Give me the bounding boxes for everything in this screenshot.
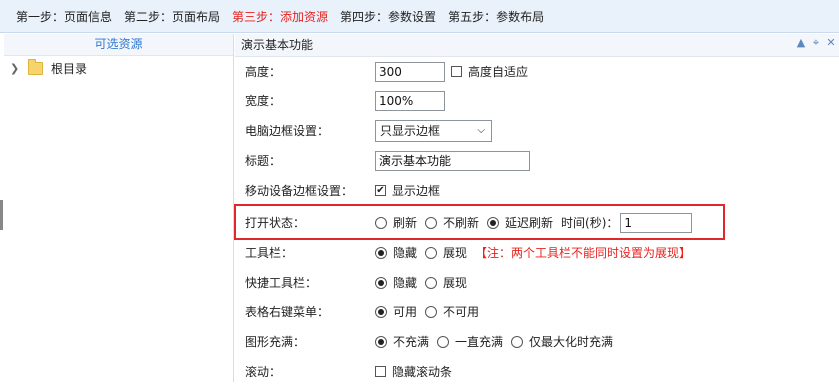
auto-height-checkbox[interactable] (451, 66, 462, 77)
folder-icon (28, 58, 43, 75)
settings-panel-header: 演示基本功能 ▲ ⌖ ✕ (235, 34, 839, 57)
quick-toolbar-show[interactable]: 展现 (425, 274, 467, 291)
fill-maximized-label: 仅最大化时充满 (529, 335, 614, 349)
radio-fill-maximized[interactable] (511, 335, 524, 348)
width-label: 宽度： (245, 94, 282, 108)
quick-toolbar-show-label: 展现 (443, 276, 468, 290)
toolbar-show-label: 展现 (443, 246, 468, 260)
step-3[interactable]: 第三步：添加资源 (232, 8, 328, 25)
show-border-checkbox[interactable]: ✔ (375, 185, 386, 196)
hide-scrollbar-checkbox[interactable] (375, 366, 386, 377)
radio-no-refresh[interactable] (425, 216, 438, 229)
height-label: 高度： (245, 65, 282, 79)
context-menu-disabled-label: 不可用 (443, 305, 480, 319)
fill-always[interactable]: 一直充满 (437, 333, 503, 350)
radio-fill-none[interactable] (375, 335, 387, 348)
row-mobile-border: 移动设备边框设置： ✔ 显示边框 (235, 176, 839, 205)
radio-context-menu-enabled[interactable] (375, 305, 387, 318)
open-state-label: 打开状态： (245, 216, 306, 230)
trash-icon[interactable]: ✕ (825, 37, 837, 49)
row-quick-toolbar: 快捷工具栏： 隐藏 展现 (235, 268, 839, 297)
open-state-no-refresh[interactable]: 不刷新 (425, 214, 479, 231)
step-2[interactable]: 第二步：页面布局 (124, 8, 220, 25)
open-state-no-refresh-label: 不刷新 (443, 216, 480, 230)
quick-toolbar-hide-label: 隐藏 (393, 276, 418, 290)
settings-panel: 演示基本功能 ▲ ⌖ ✕ 高度： 高度自适应 宽度： 电脑边框设置： 只显示边框… (234, 34, 839, 382)
show-border-label: 显示边框 (392, 184, 441, 198)
delay-time-input[interactable] (620, 212, 693, 233)
toolbar-hide-label: 隐藏 (393, 246, 418, 260)
radio-toolbar-hide[interactable] (375, 246, 387, 259)
pc-border-label: 电脑边框设置： (245, 124, 330, 138)
fill-none-label: 不充满 (393, 335, 430, 349)
quick-toolbar-label: 快捷工具栏： (245, 276, 318, 290)
delay-time-label: 时间(秒)： (561, 216, 619, 230)
step-bar: 第一步：页面信息 第二步：页面布局 第三步：添加资源 第四步：参数设置 第五步：… (0, 0, 839, 33)
resource-panel: 可选资源 ❯ 根目录 (4, 34, 234, 382)
mobile-border-label: 移动设备边框设置： (245, 184, 354, 198)
toolbar-show[interactable]: 展现 (425, 244, 467, 261)
step-1[interactable]: 第一步：页面信息 (16, 8, 112, 25)
row-context-menu: 表格右键菜单： 可用 不可用 (235, 297, 839, 326)
row-toolbar: 工具栏： 隐藏 展现 【注：两个工具栏不能同时设置为展现】 (235, 238, 839, 267)
open-state-delay-refresh-label: 延迟刷新 (505, 216, 554, 230)
quick-toolbar-hide[interactable]: 隐藏 (375, 274, 417, 291)
fill-always-label: 一直充满 (455, 335, 504, 349)
title-label: 标题： (245, 154, 282, 168)
row-open-state: 打开状态： 刷新 不刷新 延迟刷新 时间(秒)： (235, 208, 839, 237)
radio-quick-toolbar-hide[interactable] (375, 276, 387, 289)
fill-maximized[interactable]: 仅最大化时充满 (511, 333, 613, 350)
context-menu-disabled[interactable]: 不可用 (425, 303, 479, 320)
row-title: 标题： (235, 146, 839, 175)
context-menu-enabled[interactable]: 可用 (375, 303, 417, 320)
chevron-down-icon: ⌵ (477, 125, 485, 136)
toolbar-hide[interactable]: 隐藏 (375, 244, 417, 261)
radio-quick-toolbar-show[interactable] (425, 276, 438, 289)
panel-title: 演示基本功能 (241, 38, 314, 52)
step-4[interactable]: 第四步：参数设置 (340, 8, 436, 25)
toolbar-note: 【注：两个工具栏不能同时设置为展现】 (475, 246, 692, 260)
pc-border-value: 只显示边框 (380, 124, 441, 138)
hide-scrollbar-label: 隐藏滚动条 (392, 365, 453, 379)
row-height: 高度： 高度自适应 (235, 57, 839, 86)
radio-delay-refresh[interactable] (487, 216, 500, 229)
width-input[interactable] (375, 90, 445, 111)
chevron-right-icon[interactable]: ❯ (10, 62, 22, 75)
tree-item-root[interactable]: ❯ 根目录 (4, 56, 233, 80)
row-pc-border: 电脑边框设置： 只显示边框 ⌵ (235, 116, 839, 145)
scroll-label: 滚动： (245, 365, 282, 379)
tree-item-label: 根目录 (51, 61, 88, 76)
panel-splitter-handle[interactable] (0, 200, 3, 230)
radio-context-menu-disabled[interactable] (425, 305, 438, 318)
title-input[interactable] (375, 150, 530, 171)
crosshair-icon[interactable]: ⌖ (810, 37, 822, 49)
open-state-delay-refresh[interactable]: 延迟刷新 (487, 214, 553, 231)
pc-border-select[interactable]: 只显示边框 ⌵ (375, 119, 492, 142)
row-width: 宽度： (235, 86, 839, 115)
resource-panel-title: 可选资源 (4, 34, 233, 56)
step-5[interactable]: 第五步：参数布局 (448, 8, 544, 25)
fill-none[interactable]: 不充满 (375, 333, 429, 350)
fill-label: 图形充满： (245, 335, 306, 349)
arrow-up-icon[interactable]: ▲ (795, 37, 807, 49)
open-state-refresh-label: 刷新 (393, 216, 418, 230)
height-input[interactable] (375, 61, 445, 82)
auto-height-label: 高度自适应 (468, 65, 529, 79)
radio-toolbar-show[interactable] (425, 246, 438, 259)
context-menu-label: 表格右键菜单： (245, 305, 330, 319)
open-state-refresh[interactable]: 刷新 (375, 214, 417, 231)
context-menu-enabled-label: 可用 (393, 305, 418, 319)
row-fill: 图形充满： 不充满 一直充满 仅最大化时充满 (235, 327, 839, 356)
toolbar-label: 工具栏： (245, 246, 294, 260)
radio-refresh[interactable] (375, 216, 387, 229)
radio-fill-always[interactable] (437, 335, 450, 348)
